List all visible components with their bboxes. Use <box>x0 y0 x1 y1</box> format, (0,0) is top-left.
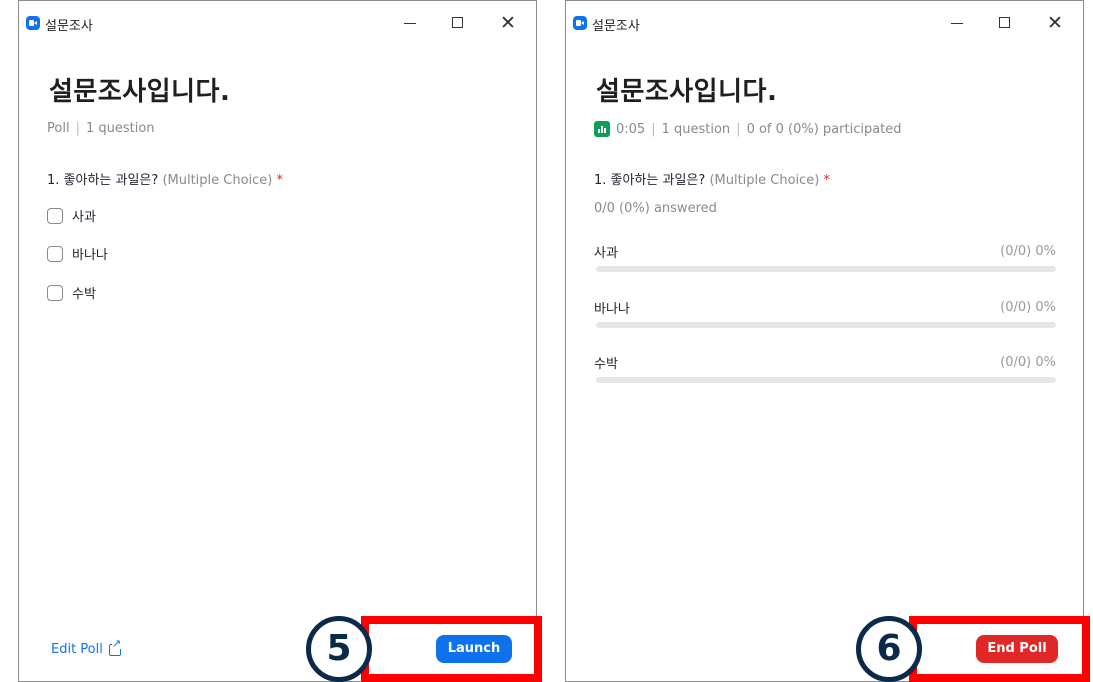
minimize-button[interactable] <box>945 11 969 35</box>
step-badge: 6 <box>856 616 922 682</box>
poll-window-right: 설문조사 ✕ 설문조사입니다. 0:05 | 1 question | 0 of… <box>565 0 1084 682</box>
maximize-icon <box>452 17 463 28</box>
close-icon: ✕ <box>1047 12 1063 34</box>
required-marker: * <box>276 173 284 188</box>
meta-separator: | <box>736 121 741 137</box>
question-label: 1. 좋아하는 과일은? <box>47 173 159 188</box>
question-count: 1 question <box>85 121 155 136</box>
result-bar <box>596 322 1056 328</box>
zoom-camera-icon <box>26 16 40 30</box>
poll-meta: Poll | 1 question <box>47 121 155 136</box>
result-label: 수박 <box>594 357 618 372</box>
meta-separator: | <box>651 121 656 137</box>
option-label: 바나나 <box>72 248 108 263</box>
result-bar <box>596 266 1056 272</box>
poll-type-label: Poll <box>47 121 70 136</box>
question-label: 1. 좋아하는 과일은? <box>594 173 706 188</box>
result-count: (0/0) 0% <box>1000 244 1056 259</box>
edit-poll-link[interactable]: Edit Poll <box>51 637 122 657</box>
option-label: 사과 <box>72 210 96 225</box>
question-type: (Multiple Choice) <box>162 173 273 188</box>
edit-poll-label: Edit Poll <box>51 642 103 657</box>
close-button[interactable]: ✕ <box>496 11 520 35</box>
highlight-box <box>909 616 1090 682</box>
close-button[interactable]: ✕ <box>1043 11 1067 35</box>
option-label: 수박 <box>72 287 96 302</box>
step-badge: 5 <box>306 616 372 682</box>
poll-heading: 설문조사입니다. <box>49 77 231 107</box>
window-title: 설문조사 <box>592 19 640 34</box>
maximize-icon <box>999 17 1010 28</box>
question-text: 1. 좋아하는 과일은? (Multiple Choice) * <box>594 169 830 188</box>
title-bar: 설문조사 ✕ <box>19 1 536 45</box>
option-row[interactable]: 수박 <box>47 283 96 302</box>
minimize-icon <box>404 23 416 24</box>
meta-separator: | <box>75 121 80 136</box>
result-label: 사과 <box>594 246 618 261</box>
checkbox-icon[interactable] <box>47 284 63 301</box>
close-icon: ✕ <box>500 12 516 34</box>
window-title: 설문조사 <box>45 19 93 34</box>
result-count: (0/0) 0% <box>1000 355 1056 370</box>
checkbox-icon[interactable] <box>47 207 63 224</box>
maximize-button[interactable] <box>446 11 470 35</box>
answered-count: 0/0 (0%) answered <box>594 201 717 216</box>
minimize-icon <box>951 23 963 24</box>
participation-count: 0 of 0 (0%) participated <box>746 121 902 137</box>
poll-status-row: 0:05 | 1 question | 0 of 0 (0%) particip… <box>594 121 902 137</box>
poll-window-left: 설문조사 ✕ 설문조사입니다. Poll | 1 question 1. 좋아하… <box>18 0 537 682</box>
question-type: (Multiple Choice) <box>709 173 820 188</box>
highlight-box <box>361 616 542 682</box>
result-count: (0/0) 0% <box>1000 300 1056 315</box>
question-text: 1. 좋아하는 과일은? (Multiple Choice) * <box>47 169 283 188</box>
bar-chart-icon <box>594 121 610 137</box>
question-count: 1 question <box>661 121 731 137</box>
result-label: 바나나 <box>594 302 630 317</box>
minimize-button[interactable] <box>398 11 422 35</box>
title-bar: 설문조사 ✕ <box>566 1 1083 45</box>
maximize-button[interactable] <box>993 11 1017 35</box>
result-bar <box>596 377 1056 383</box>
external-link-icon <box>108 637 122 656</box>
required-marker: * <box>823 173 831 188</box>
option-row[interactable]: 사과 <box>47 206 96 225</box>
zoom-camera-icon <box>573 16 587 30</box>
poll-heading: 설문조사입니다. <box>596 77 778 107</box>
poll-timer: 0:05 <box>616 121 646 137</box>
checkbox-icon[interactable] <box>47 245 63 262</box>
option-row[interactable]: 바나나 <box>47 244 108 263</box>
